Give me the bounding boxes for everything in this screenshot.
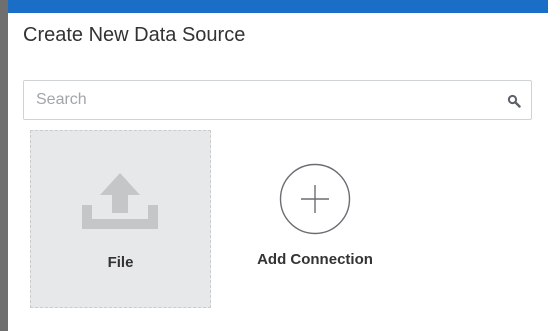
plus-circle-icon (279, 163, 351, 235)
search-input[interactable] (24, 81, 531, 119)
upload-icon (82, 173, 158, 229)
create-data-source-dialog: Create New Data Source File Add Connecti… (8, 0, 548, 331)
file-source-tile[interactable]: File (30, 130, 211, 308)
add-connection-tile[interactable]: Add Connection (240, 160, 390, 270)
dialog-title: Create New Data Source (23, 24, 246, 46)
search-box (23, 80, 532, 120)
file-tile-label: File (107, 254, 134, 271)
search-icon[interactable] (507, 94, 521, 108)
add-connection-label: Add Connection (257, 251, 373, 268)
dialog-accent-bar (8, 0, 548, 13)
